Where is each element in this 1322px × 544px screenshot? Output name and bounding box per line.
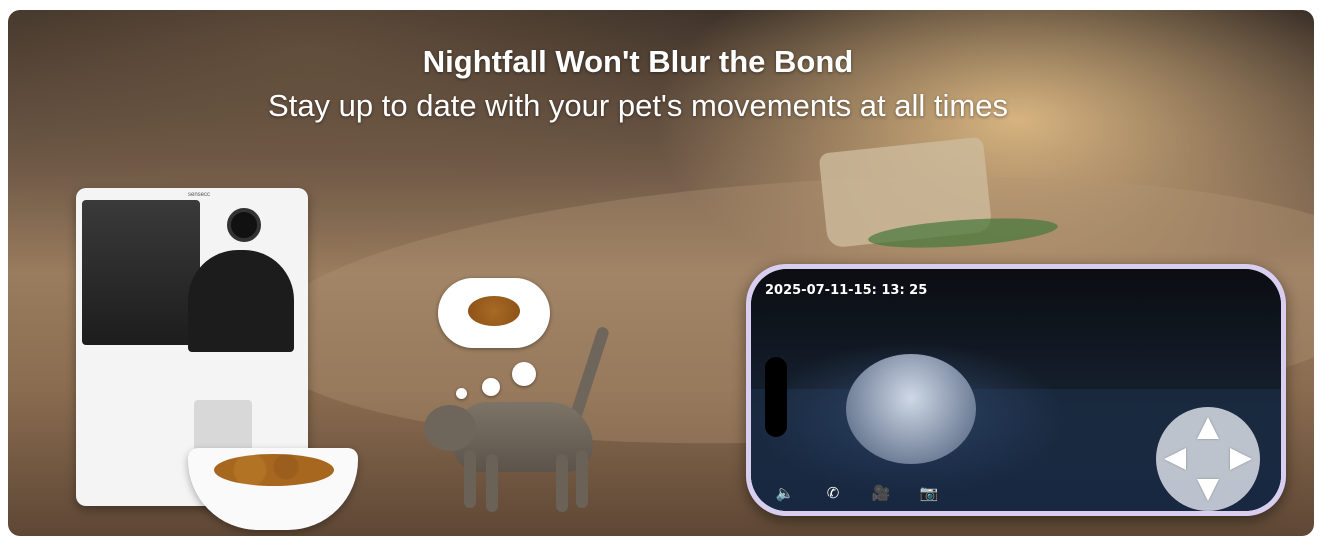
- subheadline: Stay up to date with your pet's movement…: [268, 88, 1008, 123]
- thought-dot-medium: [482, 378, 500, 396]
- cat-leg: [486, 454, 498, 512]
- arrow-left-icon[interactable]: [1164, 448, 1186, 470]
- food-bowl: [188, 448, 358, 530]
- arrow-down-icon[interactable]: [1197, 479, 1219, 501]
- thought-bubble: [438, 278, 550, 348]
- phone-call-icon[interactable]: ✆: [823, 483, 843, 503]
- feeder-brand-label: sensecc: [188, 192, 211, 198]
- cat-leg: [464, 450, 476, 508]
- kibble: [214, 454, 334, 486]
- arrow-up-icon[interactable]: [1197, 417, 1219, 439]
- cat-leg: [576, 450, 588, 508]
- cat-head: [424, 405, 476, 451]
- thought-dot-large: [512, 362, 536, 386]
- thought-food-icon: [468, 296, 520, 326]
- feeder-camera-lens: [227, 208, 261, 242]
- video-controls: 🔈 ✆ 🎥 📷: [775, 483, 939, 503]
- cat-leg: [556, 454, 568, 512]
- video-cat: [846, 354, 976, 464]
- camera-snapshot-icon[interactable]: 📷: [919, 483, 939, 503]
- smartphone: 2025-07-11-15: 13: 25 🔈 ✆ 🎥 📷: [746, 264, 1286, 516]
- hero-banner: Nightfall Won't Blur the Bond Stay up to…: [8, 10, 1314, 536]
- camera-feed-screen: 2025-07-11-15: 13: 25 🔈 ✆ 🎥 📷: [751, 269, 1281, 511]
- feeder-front-panel: [188, 250, 294, 352]
- direction-pad: [1156, 407, 1260, 511]
- headline: Nightfall Won't Blur the Bond: [422, 44, 854, 79]
- food-hopper-window: [82, 200, 200, 345]
- arrow-right-icon[interactable]: [1230, 448, 1252, 470]
- phone-notch: [765, 357, 787, 437]
- speaker-icon[interactable]: 🔈: [775, 483, 795, 503]
- video-timestamp: 2025-07-11-15: 13: 25: [765, 283, 928, 298]
- video-record-icon[interactable]: 🎥: [871, 483, 891, 503]
- thought-dot-small: [456, 388, 467, 399]
